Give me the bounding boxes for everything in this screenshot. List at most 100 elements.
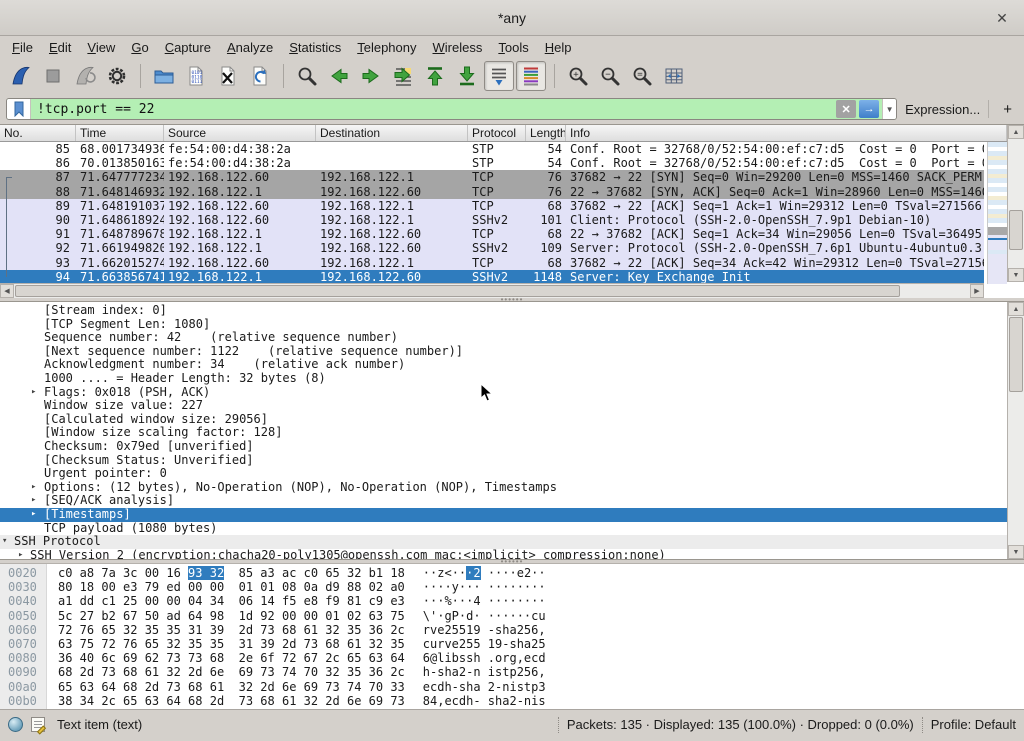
packet-row-87[interactable]: 8771.647777234192.168.122.60192.168.122.… [0, 170, 984, 184]
menu-analyze[interactable]: Analyze [219, 38, 281, 57]
packet-list-vscrollbar[interactable]: ▲ ▼ [1007, 125, 1024, 282]
capture-comment-icon[interactable] [31, 717, 45, 732]
expand-icon[interactable]: ▸ [31, 386, 36, 400]
zoom-reset-button[interactable]: = [627, 61, 657, 91]
menu-telephony[interactable]: Telephony [349, 38, 424, 57]
detail-line[interactable]: [Next sequence number: 1122 (relative se… [0, 345, 1007, 359]
close-file-button[interactable] [213, 61, 243, 91]
detail-line[interactable]: Acknowledgment number: 34 (relative ack … [0, 358, 1007, 372]
hex-row-00a0[interactable]: 00a065 63 64 68 2d 73 68 61 32 2d 6e 69 … [0, 680, 1024, 694]
packet-row-91[interactable]: 9171.648789678192.168.122.1192.168.122.6… [0, 227, 984, 241]
scroll-left-icon[interactable]: ◀ [0, 284, 14, 298]
scroll-thumb[interactable] [1009, 317, 1023, 392]
scroll-thumb[interactable] [1009, 210, 1023, 250]
hex-row-0080[interactable]: 008036 40 6c 69 62 73 73 68 2e 6f 72 67 … [0, 651, 1024, 665]
menu-go[interactable]: Go [123, 38, 156, 57]
go-next-button[interactable] [356, 61, 386, 91]
intelligent-scrollbar-minimap[interactable] [987, 142, 1007, 284]
hex-row-0040[interactable]: 0040a1 dd c1 25 00 00 04 34 06 14 f5 e8 … [0, 594, 1024, 608]
packet-row-90[interactable]: 9071.648618924192.168.122.60192.168.122.… [0, 213, 984, 227]
column-header-info[interactable]: Info [566, 125, 1007, 141]
expression-button[interactable]: Expression... [905, 102, 980, 117]
go-first-button[interactable] [420, 61, 450, 91]
filter-apply-icon[interactable]: → [859, 100, 879, 118]
detail-line[interactable]: [Window size scaling factor: 128] [0, 426, 1007, 440]
go-to-packet-button[interactable] [388, 61, 418, 91]
hex-row-0090[interactable]: 009068 2d 73 68 61 32 2d 6e 69 73 74 70 … [0, 665, 1024, 679]
detail-line[interactable]: [Checksum Status: Unverified] [0, 454, 1007, 468]
details-vscrollbar[interactable]: ▲ ▼ [1007, 302, 1024, 559]
packet-row-89[interactable]: 8971.648191037192.168.122.60192.168.122.… [0, 199, 984, 213]
go-previous-button[interactable] [324, 61, 354, 91]
restart-capture-button[interactable] [70, 61, 100, 91]
scroll-up-icon[interactable]: ▲ [1008, 302, 1024, 316]
auto-scroll-button[interactable] [484, 61, 514, 91]
scroll-thumb[interactable] [15, 285, 900, 297]
scroll-down-icon[interactable]: ▼ [1008, 268, 1024, 282]
packet-row-85[interactable]: 8568.001734936fe:54:00:d4:38:2aSTP54Conf… [0, 142, 984, 156]
detail-line[interactable]: Urgent pointer: 0 [0, 467, 1007, 481]
menu-wireless[interactable]: Wireless [425, 38, 491, 57]
column-header-destination[interactable]: Destination [316, 125, 468, 141]
open-file-button[interactable] [149, 61, 179, 91]
hex-row-0030[interactable]: 003080 18 00 e3 79 ed 00 00 01 01 08 0a … [0, 580, 1024, 594]
detail-line[interactable]: Checksum: 0x79ed [unverified] [0, 440, 1007, 454]
detail-line[interactable]: ▸Flags: 0x018 (PSH, ACK) [0, 386, 1007, 400]
menu-view[interactable]: View [79, 38, 123, 57]
packet-row-92[interactable]: 9271.661949820192.168.122.1192.168.122.6… [0, 241, 984, 255]
column-header-protocol[interactable]: Protocol [468, 125, 526, 141]
expand-icon[interactable]: ▸ [31, 481, 36, 495]
hex-row-0070[interactable]: 007063 75 72 76 65 32 35 35 31 39 2d 73 … [0, 637, 1024, 651]
scroll-up-icon[interactable]: ▲ [1008, 125, 1024, 139]
collapse-icon[interactable]: ▾ [2, 535, 7, 549]
find-packet-button[interactable] [292, 61, 322, 91]
close-icon[interactable]: ✕ [992, 8, 1012, 28]
add-filter-button[interactable]: + [997, 101, 1018, 118]
go-last-button[interactable] [452, 61, 482, 91]
scroll-down-icon[interactable]: ▼ [1008, 545, 1024, 559]
hex-row-0020[interactable]: 0020c0 a8 7a 3c 00 16 93 32 85 a3 ac c0 … [0, 566, 1024, 580]
packet-row-86[interactable]: 8670.013850163fe:54:00:d4:38:2aSTP54Conf… [0, 156, 984, 170]
detail-line[interactable]: [Stream index: 0] [0, 304, 1007, 318]
hex-row-0050[interactable]: 00505c 27 b2 67 50 ad 64 98 1d 92 00 00 … [0, 609, 1024, 623]
detail-line[interactable]: Window size value: 227 [0, 399, 1007, 413]
detail-line[interactable]: ▸[SEQ/ACK analysis] [0, 494, 1007, 508]
zoom-in-button[interactable]: + [563, 61, 593, 91]
expand-icon[interactable]: ▸ [31, 508, 36, 522]
menu-capture[interactable]: Capture [157, 38, 219, 57]
detail-line[interactable]: TCP payload (1080 bytes) [0, 522, 1007, 536]
menu-tools[interactable]: Tools [490, 38, 536, 57]
reload-file-button[interactable] [245, 61, 275, 91]
detail-line[interactable]: Sequence number: 42 (relative sequence n… [0, 331, 1007, 345]
profile-text[interactable]: Profile: Default [931, 717, 1016, 732]
resize-columns-button[interactable] [659, 61, 689, 91]
save-file-button[interactable]: 010101100111 [181, 61, 211, 91]
packet-row-94[interactable]: 9471.663856741192.168.122.1192.168.122.6… [0, 270, 984, 284]
detail-line[interactable]: [Calculated window size: 29056] [0, 413, 1007, 427]
filter-clear-icon[interactable]: ✕ [836, 100, 856, 118]
colorize-button[interactable] [516, 61, 546, 91]
packet-row-93[interactable]: 9371.662015274192.168.122.60192.168.122.… [0, 256, 984, 270]
menu-help[interactable]: Help [537, 38, 580, 57]
hex-row-00b0[interactable]: 00b038 34 2c 65 63 64 68 2d 73 68 61 32 … [0, 694, 1024, 708]
column-header-time[interactable]: Time [76, 125, 164, 141]
filter-dropdown-icon[interactable]: ▼ [882, 99, 896, 119]
detail-line[interactable]: 1000 .... = Header Length: 32 bytes (8) [0, 372, 1007, 386]
detail-line[interactable]: ▸Options: (12 bytes), No-Operation (NOP)… [0, 481, 1007, 495]
capture-options-button[interactable] [102, 61, 132, 91]
detail-line[interactable]: ▾SSH Protocol [0, 535, 1007, 549]
zoom-out-button[interactable]: − [595, 61, 625, 91]
column-header-source[interactable]: Source [164, 125, 316, 141]
menu-statistics[interactable]: Statistics [281, 38, 349, 57]
display-filter-input[interactable]: !tcp.port == 22 ✕ → ▼ [6, 98, 897, 120]
packet-list-hscrollbar[interactable]: ◀ ▶ [0, 283, 984, 298]
expand-icon[interactable]: ▸ [31, 494, 36, 508]
packet-row-88[interactable]: 8871.648146932192.168.122.1192.168.122.6… [0, 185, 984, 199]
detail-line[interactable]: ▸[Timestamps] [0, 508, 1007, 522]
start-capture-button[interactable] [6, 61, 36, 91]
expert-info-icon[interactable] [8, 717, 23, 732]
menu-edit[interactable]: Edit [41, 38, 79, 57]
menu-file[interactable]: File [4, 38, 41, 57]
filter-value[interactable]: !tcp.port == 22 [31, 102, 836, 117]
column-header-no[interactable]: No. [0, 125, 76, 141]
